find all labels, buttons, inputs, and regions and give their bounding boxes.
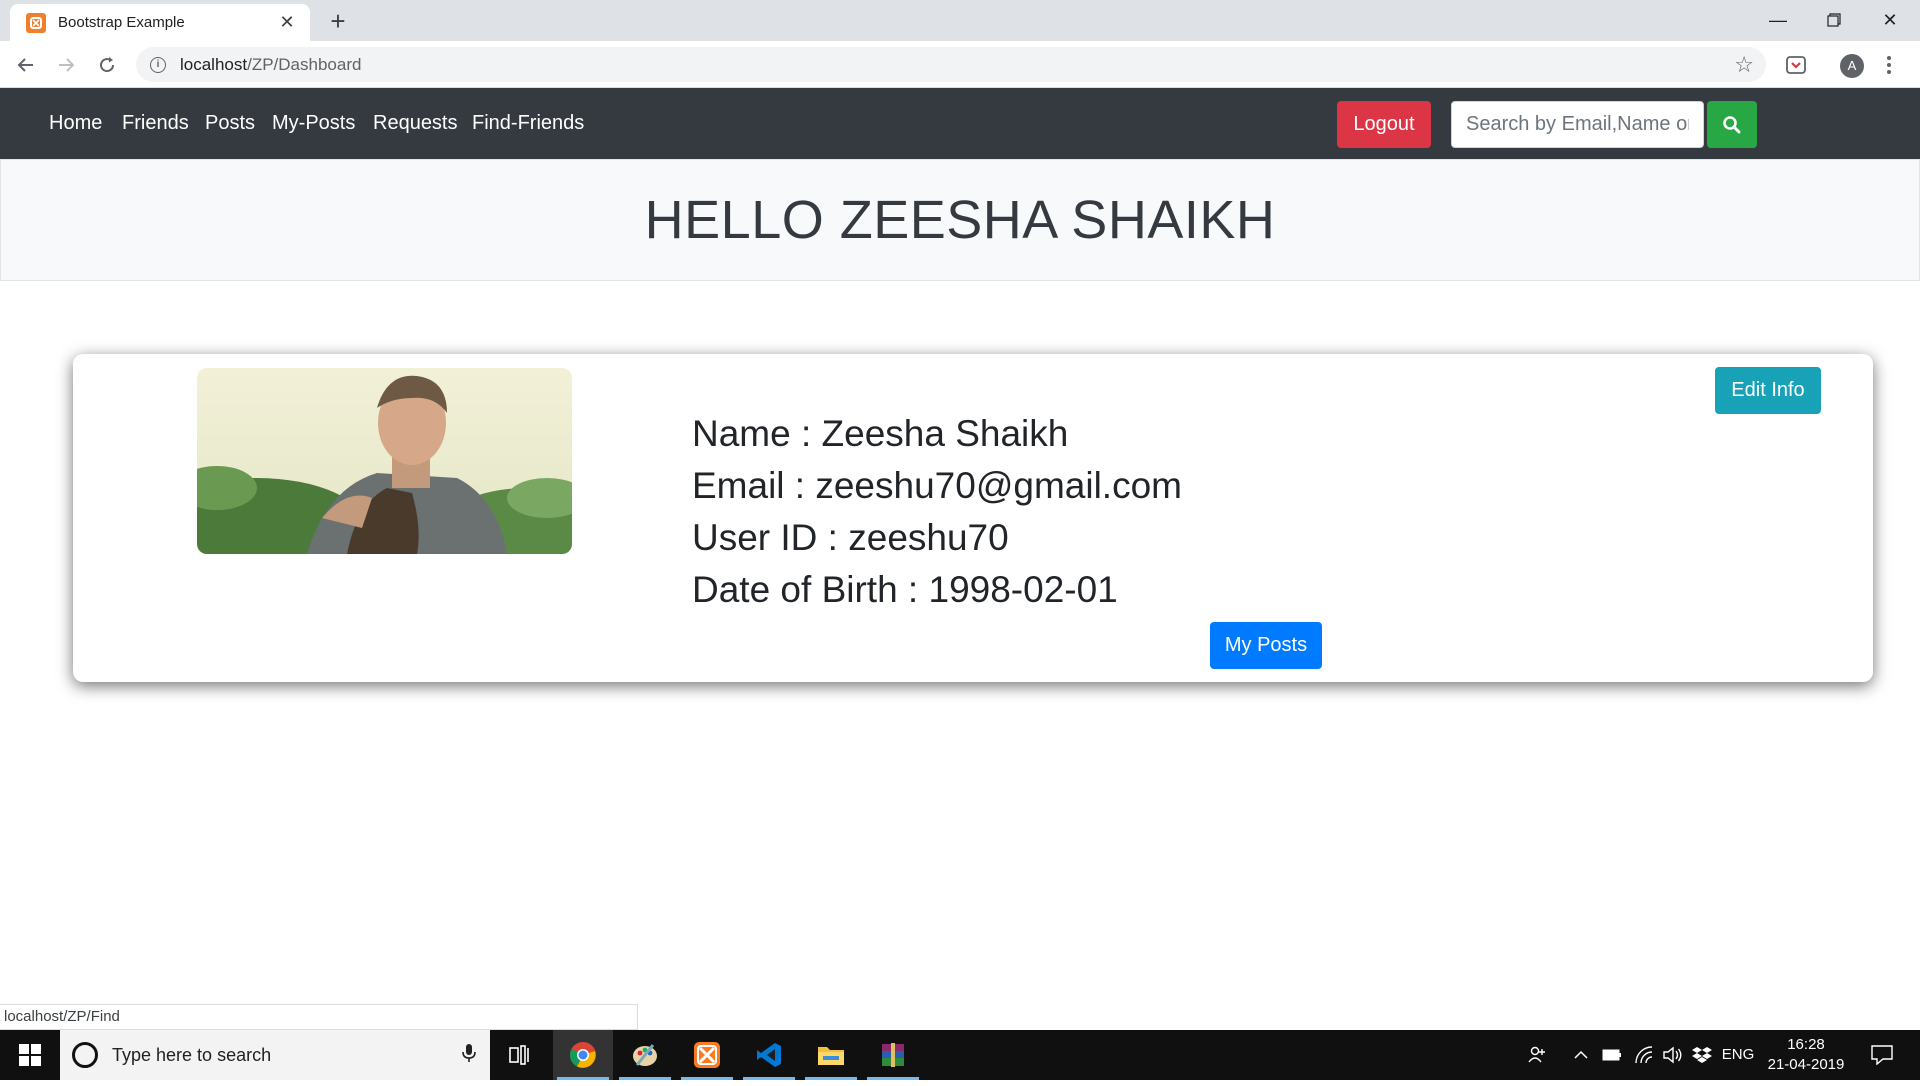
windows-start-icon[interactable] bbox=[0, 1030, 60, 1080]
taskbar-search-box[interactable]: Type here to search bbox=[60, 1030, 490, 1080]
browser-tabstrip: Bootstrap Example ✕ + — ✕ bbox=[0, 0, 1920, 41]
volume-icon[interactable] bbox=[1660, 1030, 1686, 1080]
search-button[interactable] bbox=[1707, 101, 1757, 148]
pocket-extension-icon[interactable] bbox=[1785, 54, 1807, 76]
nav-my-posts[interactable]: My-Posts bbox=[272, 112, 355, 135]
search-input[interactable] bbox=[1451, 101, 1704, 148]
browser-tab[interactable]: Bootstrap Example ✕ bbox=[10, 4, 310, 41]
vscode-icon[interactable] bbox=[739, 1030, 799, 1080]
wifi-icon[interactable] bbox=[1632, 1030, 1656, 1080]
action-center-icon[interactable] bbox=[1862, 1030, 1902, 1080]
kebab-menu-icon[interactable] bbox=[1886, 54, 1896, 76]
task-view-icon[interactable] bbox=[490, 1030, 550, 1080]
star-icon[interactable]: ☆ bbox=[1734, 52, 1754, 78]
nav-requests[interactable]: Requests bbox=[373, 112, 458, 135]
language-indicator[interactable]: ENG bbox=[1718, 1030, 1758, 1080]
nav-posts[interactable]: Posts bbox=[205, 112, 255, 135]
url-host: localhost bbox=[180, 54, 248, 74]
greeting-heading: HELLO ZEESHA SHAIKH bbox=[644, 190, 1276, 250]
logout-button[interactable]: Logout bbox=[1337, 101, 1431, 148]
url-path: /ZP/Dashboard bbox=[247, 54, 362, 74]
windows-taskbar: Type here to search ENG 16:28 21-04-2019 bbox=[0, 1030, 1920, 1080]
chrome-icon[interactable] bbox=[553, 1030, 613, 1080]
microphone-icon[interactable] bbox=[462, 1043, 476, 1068]
tab-title: Bootstrap Example bbox=[58, 14, 185, 31]
file-explorer-icon[interactable] bbox=[801, 1030, 861, 1080]
taskbar-clock[interactable]: 16:28 21-04-2019 bbox=[1764, 1035, 1848, 1075]
profile-name: Name : Zeesha Shaikh bbox=[692, 413, 1069, 454]
my-posts-button[interactable]: My Posts bbox=[1210, 622, 1322, 669]
dropbox-icon[interactable] bbox=[1690, 1030, 1714, 1080]
tab-close-icon[interactable]: ✕ bbox=[276, 12, 298, 33]
nav-friends[interactable]: Friends bbox=[122, 112, 189, 135]
cortana-icon bbox=[72, 1042, 98, 1068]
link-status-bar: localhost/ZP/Find bbox=[0, 1004, 638, 1030]
site-navbar: Home Friends Posts My-Posts Requests Fin… bbox=[0, 88, 1920, 159]
address-url: localhost/ZP/Dashboard bbox=[180, 55, 361, 75]
info-icon[interactable]: i bbox=[150, 56, 166, 73]
new-tab-icon[interactable]: + bbox=[322, 8, 354, 34]
profile-email: Email : zeeshu70@gmail.com bbox=[692, 465, 1182, 506]
restore-icon[interactable] bbox=[1806, 0, 1862, 41]
search-icon bbox=[1723, 115, 1741, 133]
profile-card: Name : Zeesha Shaikh Email : zeeshu70@gm… bbox=[73, 354, 1873, 682]
close-window-icon[interactable]: ✕ bbox=[1862, 0, 1918, 41]
edit-info-button[interactable]: Edit Info bbox=[1715, 367, 1821, 414]
back-arrow-icon[interactable] bbox=[10, 49, 42, 81]
greeting-banner: HELLO ZEESHA SHAIKH bbox=[0, 159, 1920, 281]
profile-dob: Date of Birth : 1998-02-01 bbox=[692, 569, 1118, 610]
nav-find-friends[interactable]: Find-Friends bbox=[472, 112, 584, 135]
people-icon[interactable] bbox=[1522, 1030, 1552, 1080]
minimize-icon[interactable]: — bbox=[1750, 0, 1806, 41]
browser-toolbar: i localhost/ZP/Dashboard ☆ A bbox=[0, 41, 1920, 88]
address-bar[interactable]: i localhost/ZP/Dashboard ☆ bbox=[136, 47, 1766, 82]
xampp-icon[interactable] bbox=[677, 1030, 737, 1080]
chevron-up-icon[interactable] bbox=[1570, 1030, 1592, 1080]
clock-time: 16:28 bbox=[1787, 1036, 1825, 1053]
profile-photo bbox=[197, 368, 572, 554]
taskbar-search-placeholder: Type here to search bbox=[112, 1044, 272, 1065]
paint-icon[interactable] bbox=[615, 1030, 675, 1080]
clock-date: 21-04-2019 bbox=[1767, 1056, 1845, 1073]
profile-userid: User ID : zeeshu70 bbox=[692, 517, 1009, 558]
nav-home[interactable]: Home bbox=[49, 112, 102, 135]
winrar-icon[interactable] bbox=[863, 1030, 923, 1080]
forward-arrow-icon[interactable] bbox=[50, 49, 82, 81]
xampp-favicon-icon bbox=[26, 12, 46, 33]
reload-icon[interactable] bbox=[91, 49, 123, 81]
battery-icon[interactable] bbox=[1600, 1030, 1624, 1080]
profile-avatar-icon[interactable]: A bbox=[1840, 54, 1864, 78]
